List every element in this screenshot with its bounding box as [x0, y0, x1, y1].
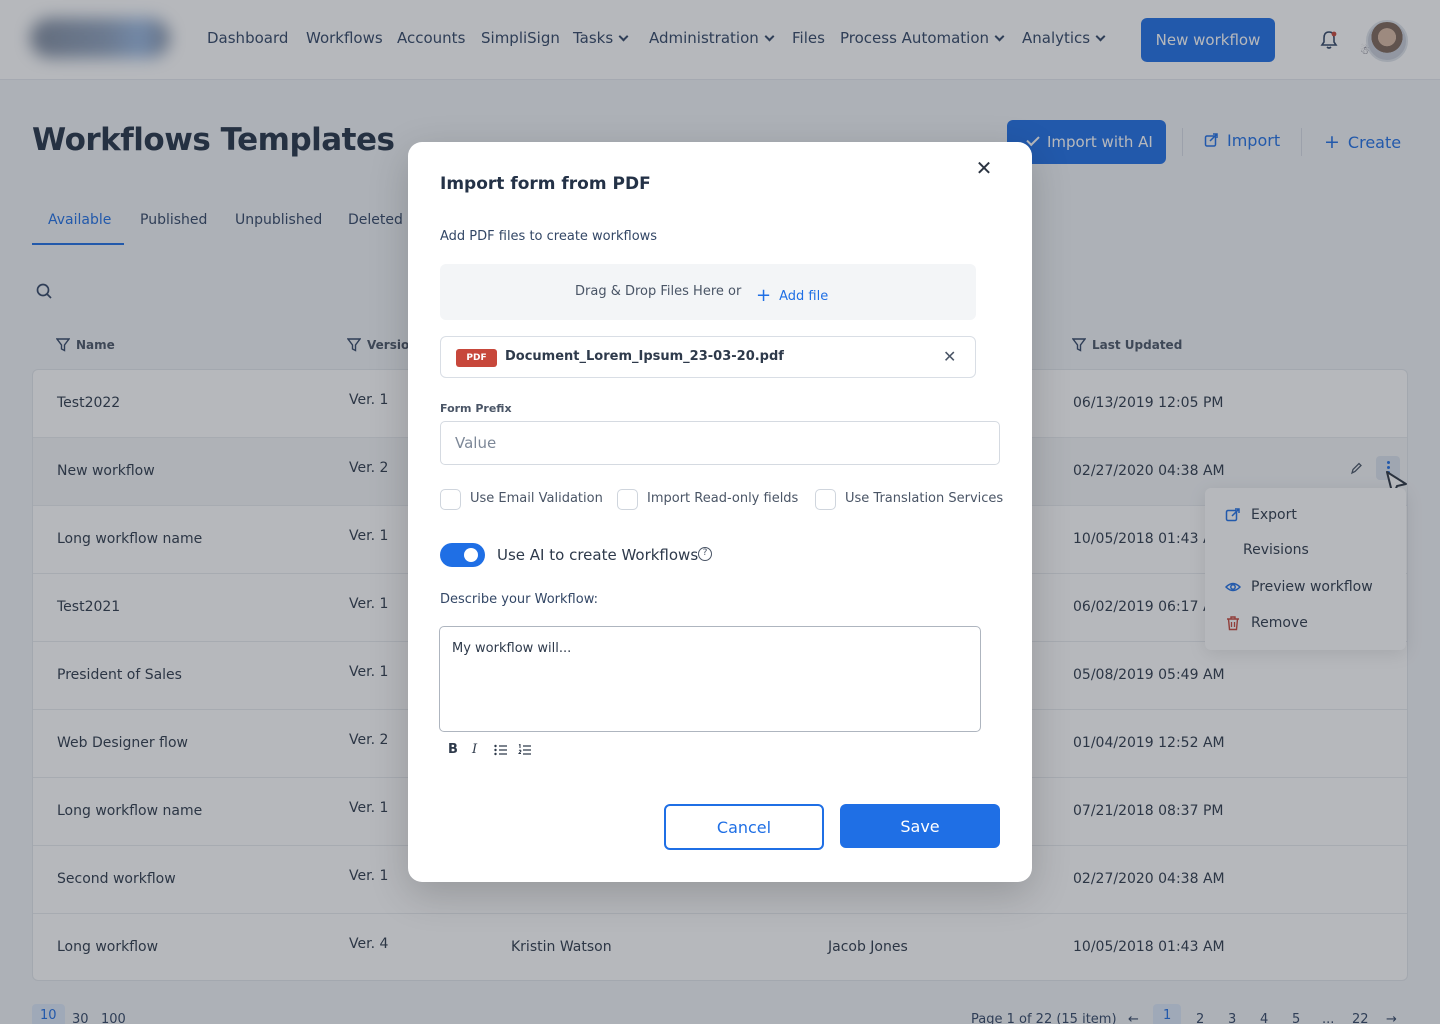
toggle-knob [464, 548, 478, 562]
dialog-title: Import form from PDF [440, 174, 651, 194]
use-ai-label: Use AI to create Workflows [497, 546, 699, 564]
attached-file: PDF Document_Lorem_Ipsum_23-03-20.pdf ✕ [440, 336, 976, 378]
checkbox-box[interactable] [617, 489, 638, 510]
checkbox-box[interactable] [815, 489, 836, 510]
translation-services-label: Use Translation Services [845, 491, 1004, 506]
file-name: Document_Lorem_Ipsum_23-03-20.pdf [505, 349, 784, 364]
import-pdf-dialog: ✕ Import form from PDF Add PDF files to … [408, 142, 1032, 882]
bullet-list-icon[interactable] [494, 744, 508, 756]
remove-file-icon[interactable]: ✕ [943, 347, 956, 366]
plus-icon: + [756, 285, 772, 306]
numbered-list-icon[interactable] [518, 744, 532, 756]
describe-workflow-textarea[interactable]: My workflow will... [439, 626, 981, 732]
dialog-subtitle: Add PDF files to create workflows [440, 229, 658, 244]
italic-icon[interactable]: I [472, 742, 477, 757]
form-prefix-input[interactable] [440, 421, 1000, 465]
email-validation-label: Use Email Validation [470, 491, 603, 506]
use-ai-toggle[interactable] [440, 543, 485, 567]
describe-workflow-label: Describe your Workflow: [440, 592, 598, 607]
add-file-button[interactable]: + Add file [756, 284, 829, 306]
read-only-fields-label: Import Read-only fields [647, 491, 799, 506]
close-icon[interactable]: ✕ [974, 158, 994, 178]
dropzone-text: Drag & Drop Files Here or [575, 284, 742, 299]
help-icon[interactable]: ? [698, 547, 712, 561]
checkbox-box[interactable] [440, 489, 461, 510]
add-file-label: Add file [779, 289, 829, 304]
bold-icon[interactable]: B [448, 742, 458, 757]
cancel-button[interactable]: Cancel [664, 804, 824, 850]
pdf-file-icon: PDF [456, 349, 497, 367]
form-prefix-label: Form Prefix [440, 402, 512, 415]
file-dropzone[interactable]: Drag & Drop Files Here or + Add file [440, 264, 976, 320]
save-button[interactable]: Save [840, 804, 1000, 848]
